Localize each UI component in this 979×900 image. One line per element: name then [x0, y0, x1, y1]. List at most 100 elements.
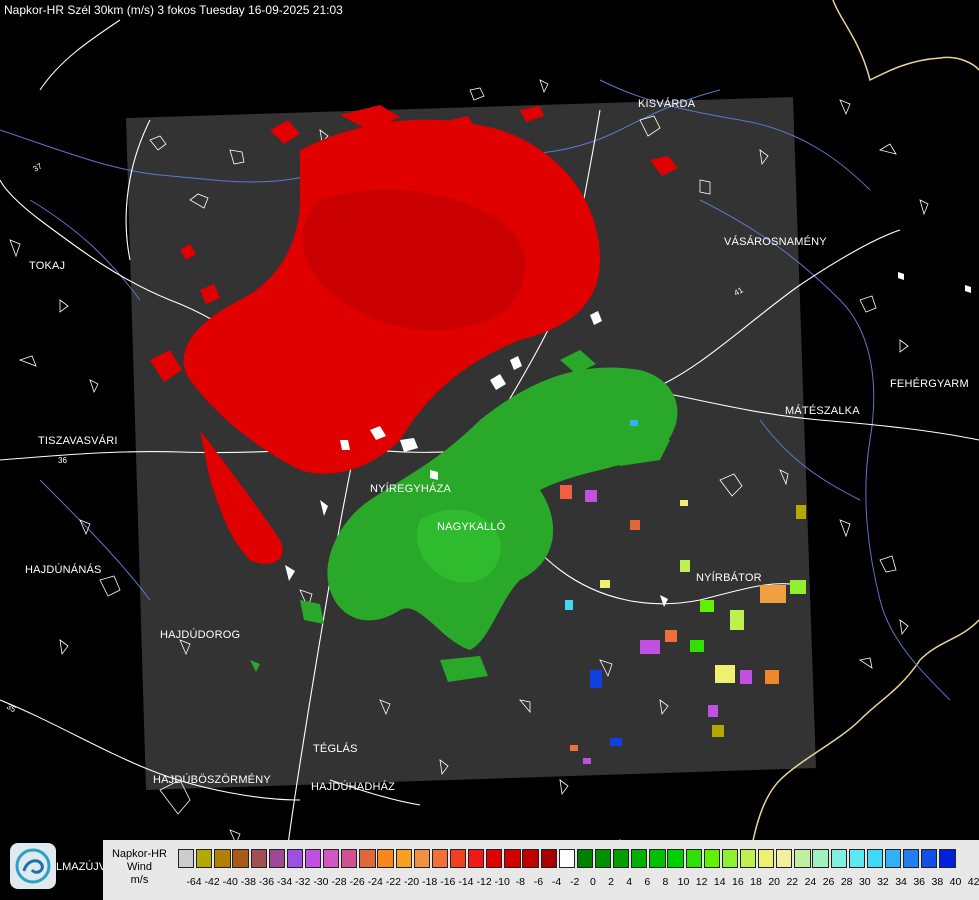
legend-swatch: [721, 849, 739, 868]
legend-swatch: [812, 849, 829, 868]
legend-label: 38: [931, 876, 944, 888]
city-label-mateszalka: MÁTÉSZALKA: [785, 405, 860, 417]
legend-swatch: [558, 849, 575, 868]
map-title: Napkor-HR Szél 30km (m/s) 3 fokos Tuesda…: [4, 3, 343, 17]
legend-label: -64: [186, 876, 202, 888]
legend-label: 20: [768, 876, 780, 888]
legend-swatch: [921, 849, 938, 868]
legend-label: -22: [385, 876, 402, 888]
legend-swatch: [323, 849, 340, 868]
legend-label: -42: [204, 876, 220, 888]
legend-label: 2: [608, 876, 614, 888]
legend-swatch: [286, 849, 304, 868]
logo: [10, 843, 56, 889]
legend-label: 10: [677, 876, 690, 888]
legend-swatch: [631, 849, 648, 868]
city-label-hajduboszormeny: HAJDÚBÖSZÖRMÉNY: [153, 774, 271, 786]
legend-swatch: [758, 849, 775, 868]
legend-labels: -64 -42 -40 -38 -36 -34 -32 -30 -28 -26 -24 -22 -20-…: [178, 876, 979, 890]
legend-label: 16: [732, 876, 744, 888]
city-label-vasarosnameny: VÁSÁROSNAMÉNY: [724, 236, 827, 248]
legend-swatches: [178, 849, 957, 868]
road-number-36: 36: [58, 456, 67, 465]
legend-title-line1: Napkor-HR: [111, 848, 167, 860]
legend-swatch: [413, 849, 430, 868]
road-number-35: 35: [5, 702, 18, 715]
road-number-37: 37: [32, 161, 45, 174]
legend-swatch: [866, 849, 884, 868]
legend-swatch: [794, 849, 811, 868]
legend-label: 0: [589, 876, 596, 888]
legend-swatch: [939, 849, 956, 868]
city-label-teglas: TÉGLÁS: [313, 743, 358, 755]
legend-swatch: [341, 849, 358, 868]
legend-label: -14: [458, 876, 474, 888]
legend-title-line3: m/s: [130, 874, 149, 886]
city-label-hajdunanas: HAJDÚNÁNÁS: [25, 564, 102, 576]
swirl-logo-icon: [15, 848, 51, 884]
legend-swatch: [504, 849, 521, 868]
legend-swatch: [576, 849, 594, 868]
legend-swatch: [196, 849, 213, 868]
legend-swatch: [613, 849, 630, 868]
legend-label: 42: [967, 876, 979, 888]
legend-label: 32: [877, 876, 889, 888]
legend-label: -24: [367, 876, 383, 888]
legend-swatch: [449, 849, 467, 868]
legend-label: 36: [913, 876, 926, 888]
legend-label: 12: [695, 876, 708, 888]
legend-label: -6: [533, 876, 544, 888]
legend-label: 26: [822, 876, 835, 888]
legend-swatch: [594, 849, 612, 868]
legend-label: 22: [786, 876, 799, 888]
legend-swatch: [649, 849, 666, 868]
legend-swatch: [214, 849, 231, 868]
legend-label: 24: [804, 876, 817, 888]
legend-swatch: [540, 849, 557, 868]
legend-swatch: [522, 849, 539, 868]
legend-swatch: [848, 849, 865, 868]
legend-label: 34: [895, 876, 907, 888]
legend-label: -10: [494, 876, 510, 888]
legend-label: -26: [349, 876, 365, 888]
legend-swatch: [685, 849, 702, 868]
legend-swatch: [268, 849, 285, 868]
legend-title-line2: Wind: [126, 861, 153, 873]
legend-title: Napkor-HR Wind m/s: [103, 840, 176, 898]
legend-label: -2: [570, 876, 580, 888]
legend-swatch: [667, 849, 684, 868]
legend-swatch: [395, 849, 412, 868]
city-label-nagykallo: NAGYKALLÓ: [437, 521, 506, 533]
city-label-fehergyarmat: FEHÉRGYARM: [890, 378, 969, 390]
legend-swatch: [703, 849, 720, 868]
legend-label: 14: [713, 876, 726, 888]
legend-swatch: [884, 849, 902, 868]
legend: Napkor-HR Wind m/s -64 -42 -40 -38 -36 -34 -32…: [103, 840, 979, 900]
legend-label: -20: [403, 876, 420, 888]
legend-swatch: [739, 849, 757, 868]
legend-swatch: [232, 849, 249, 868]
legend-label: -8: [515, 876, 525, 888]
legend-swatch: [468, 849, 485, 868]
legend-swatch: [359, 849, 376, 868]
legend-label: 40: [949, 876, 962, 888]
legend-label: -30: [313, 876, 329, 888]
city-label-nyirbator: NYÍRBÁTOR: [696, 572, 762, 584]
legend-label: -12: [476, 876, 492, 888]
legend-label: 18: [750, 876, 762, 888]
legend-label: -32: [295, 876, 311, 888]
legend-swatch: [178, 849, 195, 868]
legend-swatch: [250, 849, 267, 868]
legend-label: 28: [840, 876, 853, 888]
legend-label: -36: [258, 876, 275, 888]
legend-label: -16: [440, 876, 456, 888]
legend-swatch: [304, 849, 322, 868]
radar-map: 37 41 36 35: [0, 0, 979, 900]
legend-swatch: [377, 849, 394, 868]
legend-swatch: [776, 849, 793, 868]
legend-label: 30: [858, 876, 871, 888]
city-label-tokaj: TOKAJ: [29, 260, 66, 272]
city-label-nyiregyhaza: NYÍREGYHÁZA: [370, 483, 452, 495]
legend-label: 8: [662, 876, 669, 888]
city-label-kisvarda: KISVÁRDA: [638, 98, 696, 110]
